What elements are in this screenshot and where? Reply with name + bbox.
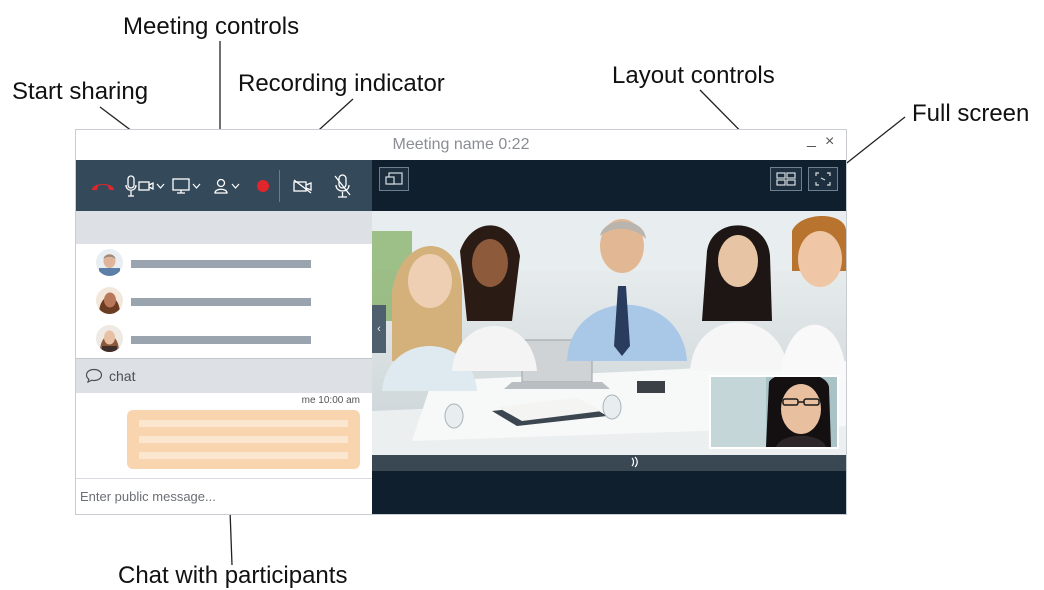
callout-chat-with-participants: Chat with participants — [118, 562, 348, 589]
picture-in-picture-button[interactable] — [379, 167, 409, 191]
video-stage: ‹ — [372, 160, 846, 514]
hang-up-icon — [92, 184, 114, 190]
fullscreen-icon — [815, 172, 831, 186]
message-meta: me 10:00 am — [301, 395, 360, 406]
callout-recording-indicator: Recording indicator — [238, 70, 445, 97]
chevron-down-icon — [231, 183, 240, 189]
participant-name-placeholder — [131, 260, 311, 268]
toolbar-divider — [279, 170, 280, 202]
share-screen-icon — [172, 178, 190, 194]
audio-video-button[interactable] — [125, 172, 165, 200]
video-off-icon — [293, 179, 312, 194]
self-view-image — [711, 377, 837, 447]
microphone-icon — [125, 175, 137, 197]
chevron-down-icon — [156, 183, 165, 189]
grid-layout-icon — [776, 172, 796, 186]
participant-row[interactable] — [76, 320, 372, 358]
hang-up-button[interactable] — [90, 172, 116, 200]
minimize-button[interactable]: _ — [807, 131, 816, 149]
meeting-title: Meeting name 0:22 — [392, 136, 530, 153]
recording-indicator-icon — [257, 180, 269, 192]
callout-start-sharing: Start sharing — [12, 78, 149, 105]
avatar — [96, 287, 123, 314]
camera-icon — [138, 181, 154, 191]
chat-header[interactable]: chat — [76, 358, 372, 393]
close-button[interactable]: × — [825, 133, 834, 151]
participant-name-placeholder — [131, 336, 311, 344]
audio-activity-bar — [372, 455, 846, 471]
message-text-placeholder — [139, 420, 348, 427]
chat-messages: me 10:00 am — [76, 392, 372, 478]
participant-row[interactable] — [76, 282, 372, 320]
share-screen-button[interactable] — [172, 172, 201, 200]
avatar — [96, 325, 123, 352]
callout-layout-controls: Layout controls — [612, 62, 775, 89]
chevron-down-icon — [192, 183, 201, 189]
message-text-placeholder — [139, 436, 348, 443]
leader-chat-with-participants — [229, 509, 233, 566]
avatar — [96, 249, 123, 276]
message-text-placeholder — [139, 452, 348, 459]
participant-row[interactable] — [76, 244, 372, 282]
leader-full-screen — [842, 116, 906, 167]
recording-indicator — [256, 172, 270, 200]
chat-message-input[interactable] — [76, 479, 364, 513]
chat-bubble-icon — [85, 368, 103, 383]
participants-header — [76, 211, 372, 244]
callout-full-screen: Full screen — [912, 100, 1030, 127]
self-view-video[interactable] — [709, 375, 839, 449]
participants-icon — [214, 178, 228, 194]
video-off-button[interactable] — [292, 172, 314, 200]
meeting-controls-toolbar — [76, 160, 372, 211]
speaker-icon — [629, 456, 641, 471]
mute-mic-icon — [334, 174, 351, 198]
grid-layout-button[interactable] — [770, 167, 802, 191]
title-bar: Meeting name 0:22 _ × — [76, 130, 846, 161]
meeting-window: Meeting name 0:22 _ × chat me 10:00 am E… — [75, 129, 847, 515]
participant-name-placeholder — [131, 298, 311, 306]
callout-meeting-controls: Meeting controls — [123, 13, 300, 40]
chat-message-bubble — [127, 410, 360, 469]
fullscreen-button[interactable] — [808, 167, 838, 191]
picture-in-picture-icon — [385, 172, 403, 185]
chat-header-label: chat — [109, 368, 136, 384]
collapse-panel-button[interactable]: ‹ — [372, 305, 386, 353]
mute-button[interactable] — [333, 172, 351, 200]
chat-input-row — [76, 478, 372, 514]
left-panel: chat me 10:00 am — [76, 160, 372, 514]
participants-button[interactable] — [213, 172, 240, 200]
participant-list — [76, 244, 372, 358]
